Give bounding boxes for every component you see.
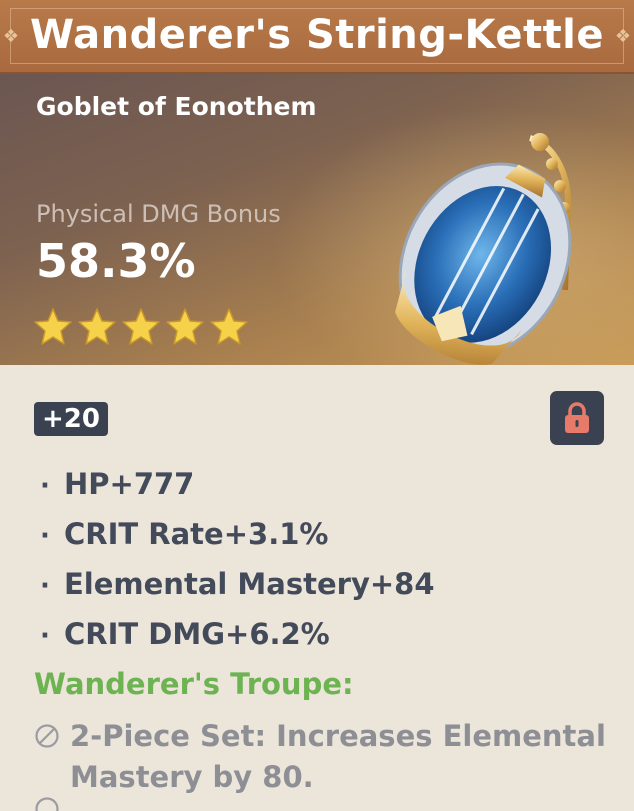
artifact-header-panel: Goblet of Eonothem Physical DMG Bonus 58… [0,74,634,365]
goblet-artwork-icon [395,133,572,365]
bullet: · [40,471,50,501]
circle-slash-icon [34,720,70,758]
lock-icon [565,402,589,433]
artifact-title-bar: ❖ ❖ Wanderer's String-Kettle [0,0,634,74]
main-stat-value: 58.3% [36,234,196,288]
clipped-row-fragment [34,797,614,811]
level-badge: +20 [34,402,108,436]
circle-slash-icon [35,797,59,811]
substat-label: Elemental Mastery+84 [64,567,435,601]
set-name: Wanderer's Troupe: [34,667,354,701]
set-effect-line2: Mastery by 80. [70,760,314,794]
lock-button[interactable] [550,391,604,445]
bullet: · [40,571,50,601]
set-effect-2pc: 2-Piece Set: Increases Elemental Mastery… [34,717,614,796]
star-icon [78,308,116,345]
clipped-set-effect-4pc [34,797,614,811]
star-icon [166,308,204,345]
substat-label: HP+777 [64,467,195,501]
artifact-detail-panel: +20 · HP+777 · CRIT Rate+3.1% · Elemental M… [0,365,634,811]
bullet: · [40,621,50,651]
substat-list: · HP+777 · CRIT Rate+3.1% · Elemental Maste… [40,467,435,667]
star-icon [210,308,248,345]
substat-item: · HP+777 [40,467,435,517]
substat-item: · CRIT Rate+3.1% [40,517,435,567]
substat-item: · CRIT DMG+6.2% [40,617,435,667]
set-effect-line1: 2-Piece Set: Increases Elemental [70,719,606,753]
rarity-stars [32,306,250,346]
star-icon [122,308,160,345]
star-icon [34,308,72,345]
main-stat-name: Physical DMG Bonus [36,200,281,228]
substat-label: CRIT Rate+3.1% [64,517,329,551]
artifact-name: Wanderer's String-Kettle [29,12,605,58]
substat-label: CRIT DMG+6.2% [64,617,330,651]
bullet: · [40,521,50,551]
substat-item: · Elemental Mastery+84 [40,567,435,617]
artifact-type: Goblet of Eonothem [36,92,317,121]
